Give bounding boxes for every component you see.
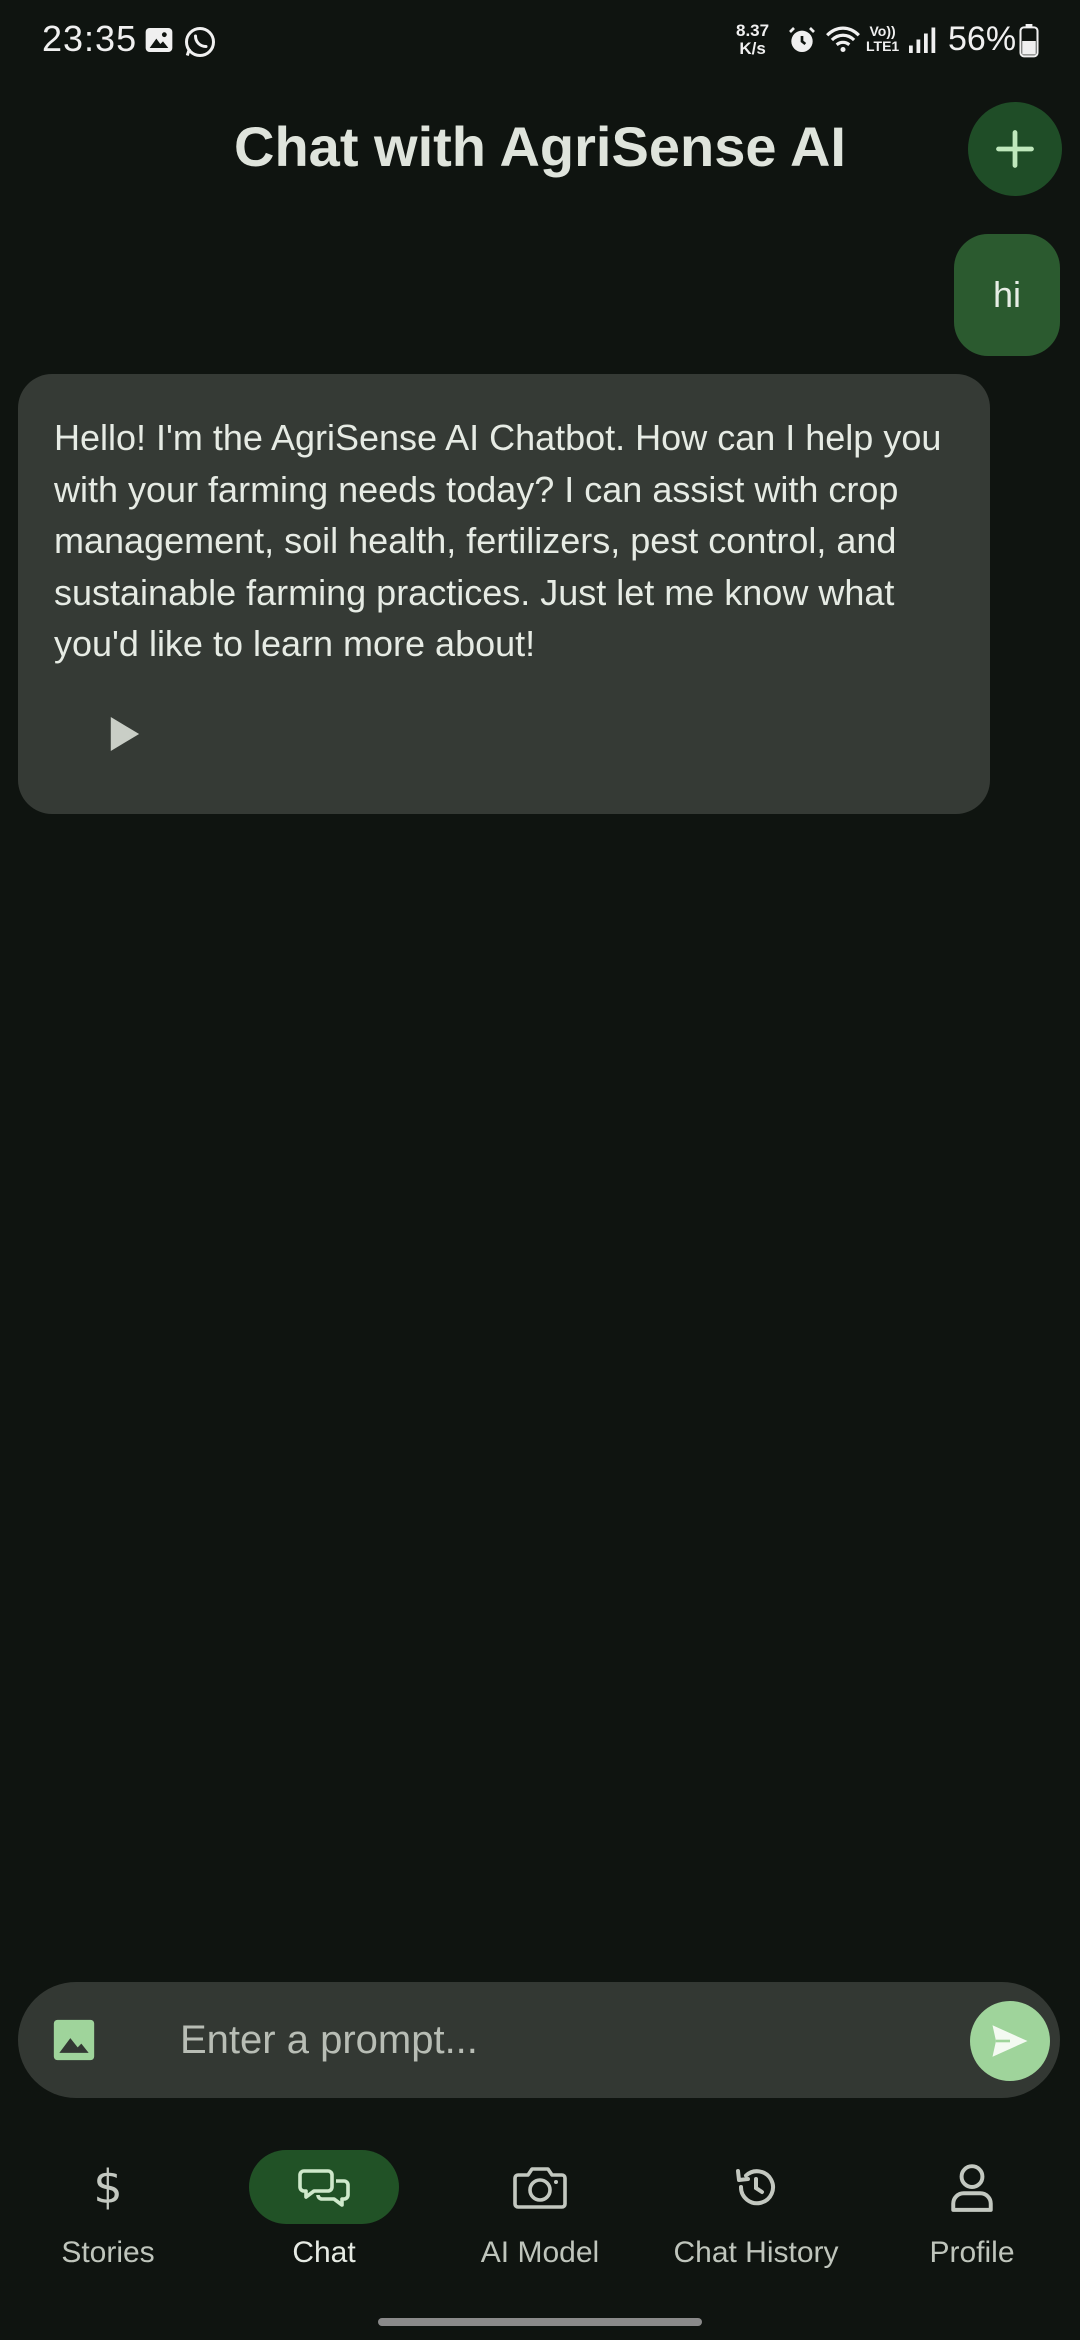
nav-item-chat-history[interactable]: Chat History <box>648 2150 864 2280</box>
new-chat-button[interactable] <box>968 102 1062 196</box>
gesture-bar[interactable] <box>378 2318 702 2326</box>
nav-item-stories[interactable]: $ Stories <box>0 2150 216 2280</box>
nav-label-stories: Stories <box>61 2236 155 2269</box>
gallery-icon <box>145 28 173 52</box>
battery-icon <box>1019 24 1039 58</box>
play-audio-button[interactable] <box>94 704 154 764</box>
nav-item-chat[interactable]: Chat <box>216 2150 432 2280</box>
image-icon <box>53 2019 95 2061</box>
screen: 23:35 8.37 K/s Vo)) LTE1 56% Chat with A… <box>0 0 1080 2340</box>
prompt-bar <box>18 1982 1060 2098</box>
nav-label-ai-model: AI Model <box>480 2236 600 2269</box>
send-button[interactable] <box>970 2001 1050 2081</box>
user-message-text: hi <box>992 274 1022 315</box>
play-icon <box>110 717 140 751</box>
status-bar: 23:35 8.37 K/s Vo)) LTE1 56% <box>0 0 1080 84</box>
speed-unit: K/s <box>739 39 766 58</box>
speed-value: 8.37 <box>736 21 770 40</box>
history-icon <box>736 2169 775 2206</box>
network-type: LTE1 <box>866 38 900 54</box>
chat-bubbles-icon <box>298 2169 350 2207</box>
volte-indicator: Vo)) LTE1 <box>866 23 900 54</box>
page-title: Chat with AgriSense AI <box>234 115 846 178</box>
plus-icon <box>996 130 1034 168</box>
camera-icon <box>513 2167 567 2209</box>
bot-message: Hello! I'm the AgriSense AI Chatbot. How… <box>18 374 990 814</box>
battery-percent: 56% <box>948 20 1017 58</box>
status-time: 23:35 <box>42 18 138 59</box>
nav-item-profile[interactable]: Profile <box>864 2150 1080 2280</box>
wifi-icon <box>826 26 860 53</box>
prompt-input[interactable] <box>180 2008 960 2072</box>
nav-label-profile: Profile <box>929 2236 1015 2269</box>
alarm-icon <box>789 27 815 52</box>
person-icon <box>951 2164 993 2212</box>
nav-label-chat-history: Chat History <box>673 2236 839 2269</box>
nav-item-ai-model[interactable]: AI Model <box>432 2150 648 2280</box>
nav-label-chat: Chat <box>292 2236 356 2269</box>
signal-icon <box>909 27 936 53</box>
bot-message-text: Hello! I'm the AgriSense AI Chatbot. How… <box>54 417 942 664</box>
dollar-icon: $ <box>93 2160 123 2214</box>
send-icon <box>992 2025 1028 2057</box>
image-attach-button[interactable] <box>52 2018 96 2062</box>
user-message: hi <box>954 234 1060 356</box>
whatsapp-icon <box>185 27 215 57</box>
bottom-nav: $ Stories Chat AI Model Chat History Pro… <box>0 2130 1080 2290</box>
network-speed: 8.37 K/s <box>736 22 769 58</box>
